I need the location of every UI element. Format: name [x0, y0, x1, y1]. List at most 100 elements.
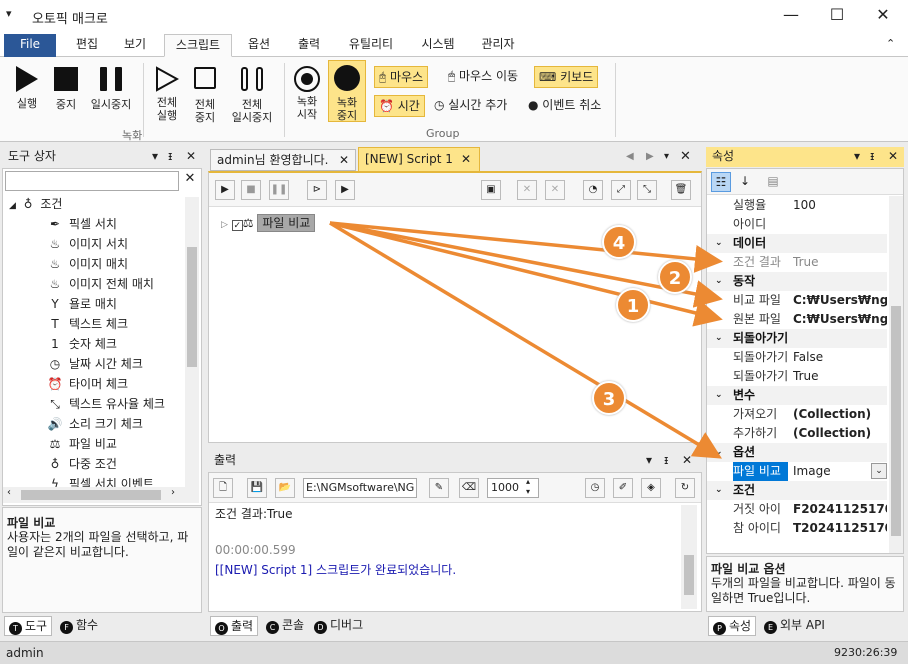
tab-utility[interactable]: 유틸리티	[336, 34, 406, 57]
mouse-move-button[interactable]: 🖱 마우스 이동	[444, 66, 522, 88]
time-button[interactable]: ⏰ 시간	[374, 95, 425, 117]
properties-scrollbar[interactable]	[889, 196, 903, 553]
tab-file[interactable]: File	[4, 34, 56, 57]
delete-all-icon[interactable]: ✕	[545, 180, 565, 200]
close-tab-icon[interactable]: ✕	[339, 150, 349, 171]
clear-search-icon[interactable]: ✕	[181, 171, 199, 186]
stop-button[interactable]: 중지	[47, 65, 85, 111]
toolbox-item[interactable]: ♨ 이미지 전체 매치	[47, 274, 154, 294]
doc-tab-welcome[interactable]: admin님 환영합니다. ✕	[210, 149, 356, 171]
toolbox-hscrollbar[interactable]: ‹ ›	[3, 487, 199, 503]
toolbox-search-input[interactable]	[5, 171, 179, 191]
eraser-icon[interactable]: ⌫	[459, 478, 479, 498]
toolbox-item[interactable]: ◷ 날짜 시간 체크	[47, 354, 143, 374]
doc-tab-script[interactable]: [NEW] Script 1 ✕	[358, 147, 480, 171]
pause-button[interactable]: 일시중지	[86, 65, 136, 111]
toolbox-item[interactable]: ⏰ 타이머 체크	[47, 374, 129, 394]
dropdown-icon[interactable]: ▾	[854, 147, 860, 166]
close-panel-icon[interactable]: ✕	[682, 451, 692, 470]
play-button[interactable]: 실행	[8, 65, 46, 110]
collapse-icon[interactable]: ⤡	[637, 180, 657, 200]
property-category[interactable]: ⌄ 변수	[707, 386, 887, 405]
tab-options[interactable]: 옵션	[236, 34, 282, 57]
toolbox-item[interactable]: ✒ 픽셀 서치	[47, 214, 117, 234]
pin-icon[interactable]: ᵻ	[870, 147, 874, 166]
scroll-tabs-right-icon[interactable]: ▶	[646, 151, 654, 162]
delete-icon[interactable]: ✕	[517, 180, 537, 200]
tab-console[interactable]: C 콘솔	[262, 616, 308, 636]
toolbox-item[interactable]: ⤡ 텍스트 유사율 체크	[47, 394, 165, 414]
tab-edit[interactable]: 편집	[64, 34, 110, 57]
run-from-icon[interactable]: ▶	[335, 180, 355, 200]
close-panel-icon[interactable]: ✕	[888, 147, 898, 166]
toolbox-item[interactable]: Y 욜로 매치	[47, 294, 117, 314]
brush-icon[interactable]: ✐	[613, 478, 633, 498]
interval-stepper[interactable]: 1000 ▴ ▾	[487, 477, 539, 498]
property-row[interactable]: ⌄ 파일 비교 Image	[707, 462, 887, 481]
stop-all-button[interactable]: 전체 중지	[186, 65, 224, 124]
close-tab-icon[interactable]: ✕	[461, 148, 471, 171]
toolbox-item[interactable]: ⚖ 파일 비교	[47, 434, 117, 454]
output-path-input[interactable]: E:\NGMsoftware\NG	[303, 478, 417, 498]
property-category[interactable]: ⌄ 동작	[707, 272, 887, 291]
event-cancel-button[interactable]: ● 이벤트 취소	[524, 95, 605, 117]
trash-icon[interactable]: 🗑	[671, 180, 691, 200]
property-row[interactable]: 실행율 100	[707, 196, 887, 215]
dropdown-icon[interactable]: ▾	[152, 147, 158, 166]
toolbox-scrollbar[interactable]	[185, 197, 199, 487]
pin-icon[interactable]: ᵻ	[168, 147, 172, 166]
tab-list-icon[interactable]: ▾	[664, 151, 669, 162]
tab-tools[interactable]: T 도구	[4, 616, 53, 636]
tab-output[interactable]: O 출력	[210, 616, 259, 636]
toolbox-item[interactable]: ♨ 이미지 매치	[47, 254, 128, 274]
run-icon[interactable]: ▶	[215, 180, 235, 200]
mouse-button[interactable]: 🖰 마우스	[374, 66, 429, 88]
categorized-icon[interactable]: ☷	[711, 172, 731, 192]
dropdown-icon[interactable]: ▾	[646, 451, 652, 470]
spin-icon[interactable]: ▴ ▾	[526, 477, 530, 497]
property-row[interactable]: 조건 결과 True	[707, 253, 887, 272]
tree-root-condition[interactable]: ◢ ♁ 조건	[9, 194, 62, 214]
record-start-button[interactable]: 녹화 시작	[288, 63, 326, 121]
close-doc-icon[interactable]: ✕	[680, 149, 691, 164]
tab-script[interactable]: 스크립트	[164, 34, 232, 57]
property-row[interactable]: 거짓 아이F2024112517021	[707, 500, 887, 519]
scroll-right-icon[interactable]: ›	[171, 487, 175, 498]
timer-icon[interactable]: ◔	[583, 180, 603, 200]
property-row[interactable]: 추가하기 (Collection)	[707, 424, 887, 443]
refresh-icon[interactable]: ↻	[675, 478, 695, 498]
toolbox-item[interactable]: T 텍스트 체크	[47, 314, 128, 334]
maximize-icon[interactable]: ☐	[814, 4, 860, 28]
pause-all-button[interactable]: 전체 일시중지	[226, 65, 278, 124]
property-category[interactable]: ⌄ 데이터	[707, 234, 887, 253]
property-row[interactable]: 되돌아가기 True	[707, 367, 887, 386]
tab-external-api[interactable]: E 외부 API	[760, 616, 829, 636]
tab-system[interactable]: 시스템	[410, 34, 466, 57]
save-icon[interactable]: 💾	[247, 478, 267, 498]
scroll-tabs-left-icon[interactable]: ◀	[626, 151, 634, 162]
property-row[interactable]: 원본 파일C:₩Users₩ngma	[707, 310, 887, 329]
open-folder-icon[interactable]: 📂	[275, 478, 295, 498]
scroll-thumb[interactable]	[684, 555, 694, 595]
scroll-thumb[interactable]	[891, 306, 901, 536]
output-scrollbar[interactable]	[681, 505, 697, 609]
pause-icon[interactable]: ❚❚	[269, 180, 289, 200]
run-all-button[interactable]: 전체 실행	[148, 65, 186, 122]
quick-access-icon[interactable]: ▾	[6, 7, 12, 20]
tab-admin[interactable]: 관리자	[470, 34, 526, 57]
property-pages-icon[interactable]: ▤	[763, 172, 783, 192]
hscroll-thumb[interactable]	[21, 490, 161, 500]
clean-icon[interactable]: ✎	[429, 478, 449, 498]
tab-debug[interactable]: D 디버그	[310, 616, 367, 636]
script-node-file-compare[interactable]: ▷ ✓ ⚖ 파일 비교	[221, 213, 316, 233]
collapse-ribbon-icon[interactable]: ⌃	[886, 37, 895, 50]
property-category[interactable]: ⌄ 조건	[707, 481, 887, 500]
tab-functions[interactable]: F 함수	[56, 616, 102, 636]
property-row[interactable]: 참 아이디T2024112517021	[707, 519, 887, 538]
property-row[interactable]: 아이디	[707, 215, 887, 234]
property-category[interactable]: ⌄ 되돌아가기	[707, 329, 887, 348]
record-stop-button[interactable]: 녹화 중지	[328, 60, 366, 122]
scroll-thumb[interactable]	[187, 247, 197, 367]
toolbox-item[interactable]: ♁ 다중 조건	[47, 454, 117, 474]
scroll-left-icon[interactable]: ‹	[7, 487, 11, 498]
